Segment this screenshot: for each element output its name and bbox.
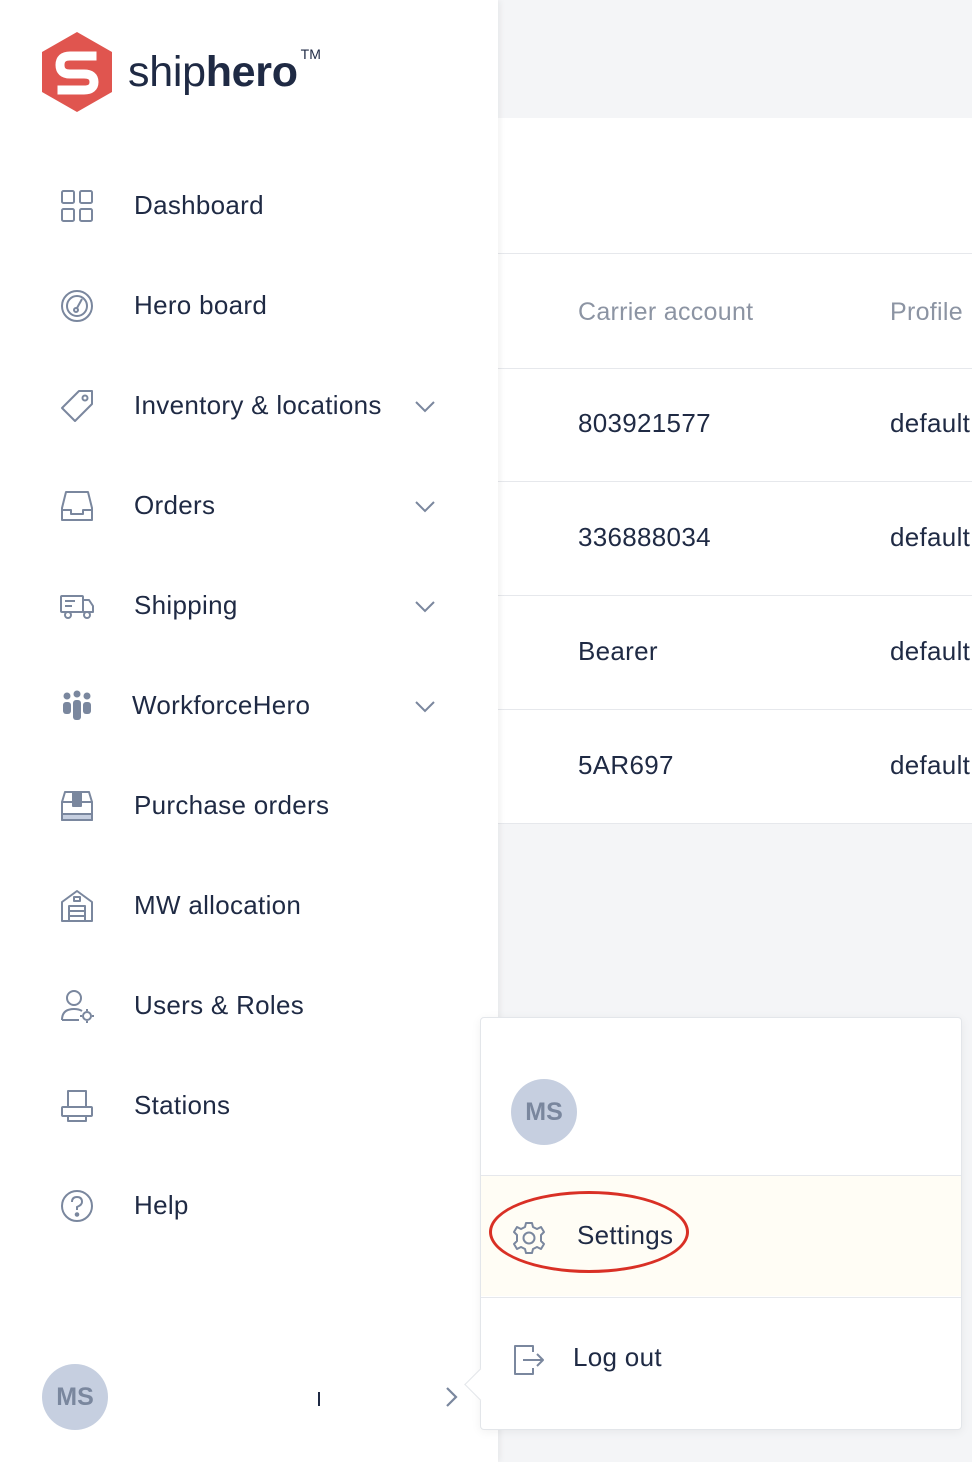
user-menu-avatar: MS — [511, 1079, 577, 1145]
sidebar-item-mw-allocation[interactable]: MW allocation — [0, 875, 498, 935]
sidebar-item-label: Help — [134, 1189, 189, 1220]
column-header-carrier-account[interactable]: Carrier account — [578, 298, 753, 327]
speedometer-icon — [58, 287, 96, 325]
text-cursor — [318, 1392, 320, 1406]
sidebar-item-label: Inventory & locations — [134, 389, 382, 420]
sidebar-item-label: Hero board — [134, 289, 268, 320]
profile-cell: default — [890, 522, 971, 552]
table-row[interactable]: Bearer default — [498, 596, 972, 710]
profile-cell: default — [890, 636, 971, 666]
sidebar-item-orders[interactable]: Orders — [0, 475, 498, 535]
chevron-down-icon[interactable] — [412, 393, 438, 419]
trademark: TM — [300, 46, 321, 62]
sidebar-item-label: Orders — [134, 489, 216, 520]
sidebar-item-users-roles[interactable]: Users & Roles — [0, 975, 498, 1035]
package-icon — [58, 787, 96, 825]
logout-icon — [514, 1345, 544, 1375]
warehouse-icon — [58, 887, 96, 925]
profile-cell: default — [890, 750, 971, 780]
carrier-account-cell: Bearer — [578, 636, 658, 666]
logout-menu-item[interactable]: Log out — [481, 1298, 961, 1418]
sidebar-item-label: Purchase orders — [134, 789, 330, 820]
user-menu-dropdown: MS Settings Log out — [464, 1017, 962, 1430]
sidebar-item-shipping[interactable]: Shipping — [0, 575, 498, 635]
carrier-account-cell: 336888034 — [578, 522, 711, 552]
printer-icon — [58, 1087, 96, 1125]
column-header-profile[interactable]: Profile — [890, 298, 963, 327]
sidebar-item-hero-board[interactable]: Hero board — [0, 275, 498, 335]
sidebar-item-inventory-locations[interactable]: Inventory & locations — [0, 375, 498, 435]
table-row[interactable]: 336888034 default — [498, 482, 972, 596]
team-icon — [58, 687, 96, 725]
logout-label: Log out — [573, 1342, 662, 1372]
help-circle-icon — [58, 1187, 96, 1225]
highlight-annotation — [489, 1191, 689, 1273]
carrier-account-cell: 803921577 — [578, 408, 711, 438]
sidebar-item-stations[interactable]: Stations — [0, 1075, 498, 1135]
sidebar-item-label: Users & Roles — [134, 989, 305, 1020]
user-avatar[interactable]: MS — [42, 1364, 108, 1430]
chevron-right-icon[interactable] — [440, 1384, 464, 1410]
inbox-tray-icon — [58, 487, 96, 525]
sidebar-item-help[interactable]: Help — [0, 1175, 498, 1235]
tag-icon — [58, 387, 96, 425]
table-header: Carrier account Profile — [498, 253, 972, 369]
sidebar: shiphero TM Dashboard Hero board Invento… — [0, 0, 498, 1462]
table-row[interactable]: 803921577 default — [498, 368, 972, 482]
carrier-account-cell: 5AR697 — [578, 750, 674, 780]
sidebar-item-purchase-orders[interactable]: Purchase orders — [0, 775, 498, 835]
chevron-down-icon[interactable] — [412, 693, 438, 719]
truck-icon — [58, 587, 96, 625]
top-bar — [498, 0, 972, 118]
sidebar-item-label: WorkforceHero — [132, 689, 311, 720]
carrier-table: Carrier account Profile 803921577 defaul… — [498, 118, 972, 824]
chevron-down-icon[interactable] — [412, 493, 438, 519]
table-row[interactable]: 5AR697 default — [498, 710, 972, 824]
sidebar-item-label: Dashboard — [134, 189, 264, 220]
sidebar-item-workforcehero[interactable]: WorkforceHero — [0, 675, 498, 735]
profile-cell: default — [890, 408, 971, 438]
brand-name: shiphero — [128, 47, 298, 96]
shiphero-logo[interactable]: shiphero TM — [40, 30, 321, 114]
shiphero-logo-icon — [42, 32, 112, 112]
sidebar-item-dashboard[interactable]: Dashboard — [0, 175, 498, 235]
sidebar-item-label: MW allocation — [134, 889, 302, 920]
sidebar-item-label: Stations — [134, 1089, 231, 1120]
user-gear-icon — [58, 987, 96, 1025]
settings-menu-item[interactable]: Settings — [481, 1176, 961, 1296]
grid-icon — [58, 187, 96, 225]
sidebar-item-label: Shipping — [134, 589, 238, 620]
chevron-down-icon[interactable] — [412, 593, 438, 619]
